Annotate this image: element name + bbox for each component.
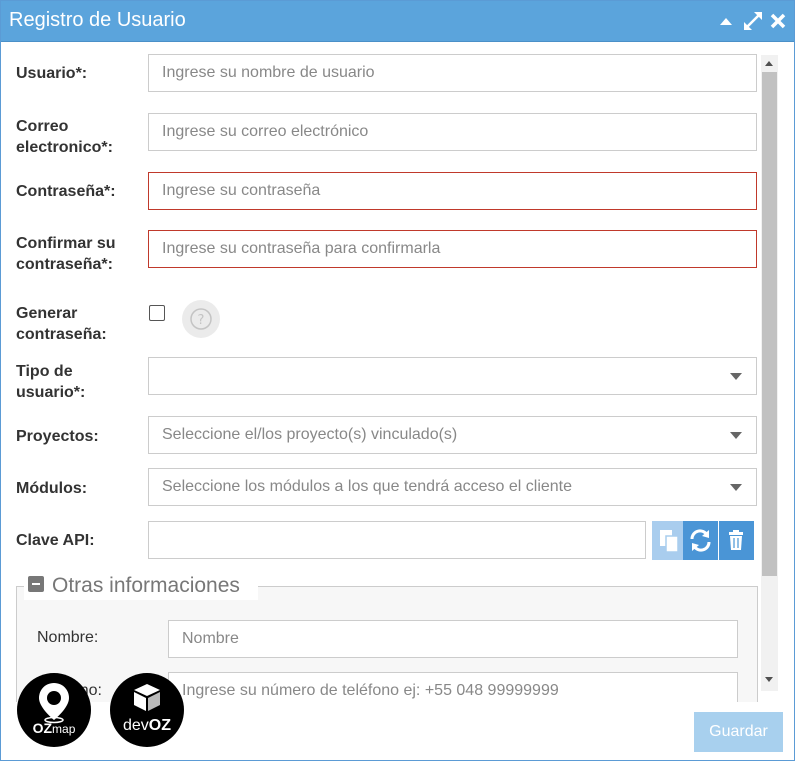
- proyectos-select[interactable]: Seleccione el/los proyecto(s) vinculado(…: [148, 416, 757, 454]
- clave-api-input[interactable]: [148, 521, 646, 559]
- copy-icon: [660, 530, 679, 553]
- scrollbar-thumb[interactable]: [762, 72, 777, 576]
- devoz-dev: dev: [122, 717, 149, 734]
- window-title: Registro de Usuario: [9, 9, 186, 31]
- tipo-label: Tipo de usuario*:: [16, 361, 85, 403]
- correo-label: Correo electronico*:: [16, 116, 113, 158]
- devoz-oz: OZ: [148, 717, 171, 734]
- correo-placeholder: Ingrese su correo electrónico: [162, 123, 369, 140]
- tipo-label-line2: usuario*:: [16, 384, 86, 401]
- question-circle-icon[interactable]: ?: [182, 300, 220, 338]
- modulos-label: Módulos:: [16, 480, 88, 497]
- refresh-icon: [690, 529, 711, 552]
- scroll-up-icon[interactable]: [765, 61, 773, 66]
- nombre-placeholder: Nombre: [182, 630, 239, 647]
- modulos-select[interactable]: Seleccione los módulos a los que tendrá …: [148, 468, 757, 506]
- devoz-logo-text: devOZ: [110, 717, 184, 735]
- nombre-label: Nombre:: [37, 629, 99, 646]
- confirmar-input[interactable]: Ingrese su contraseña para confirmarla: [148, 230, 757, 268]
- title-bar: Registro de Usuario: [1, 1, 794, 42]
- usuario-input[interactable]: Ingrese su nombre de usuario: [148, 54, 757, 92]
- otras-informaciones-legend[interactable]: Otras informaciones: [24, 572, 258, 600]
- tipo-label-line1: Tipo de: [16, 363, 73, 380]
- box-icon: [134, 684, 160, 711]
- confirmar-label: Confirmar su contraseña*:: [16, 233, 116, 275]
- contrasena-input[interactable]: Ingrese su contraseña: [148, 172, 757, 210]
- close-icon[interactable]: [769, 10, 789, 32]
- chevron-down-icon: [730, 373, 742, 380]
- ozmap-map: map: [52, 722, 76, 736]
- confirmar-placeholder: Ingrese su contraseña para confirmarla: [162, 240, 441, 257]
- chevron-down-icon: [730, 484, 742, 491]
- delete-button[interactable]: [719, 521, 754, 560]
- correo-label-line1: Correo: [16, 118, 69, 135]
- ozmap-oz: OZ: [32, 720, 53, 736]
- correo-label-line2: electronico*:: [16, 139, 113, 156]
- telefono-input[interactable]: Ingrese su número de teléfono ej: +55 04…: [168, 672, 738, 702]
- vertical-scrollbar[interactable]: [761, 55, 778, 691]
- generar-label-line1: Generar: [16, 305, 78, 322]
- ozmap-logo-text: OZmap: [17, 720, 91, 736]
- usuario-label: Usuario*:: [16, 65, 88, 82]
- collapse-icon[interactable]: [718, 10, 738, 32]
- trash-icon: [729, 530, 743, 550]
- generar-label: Generar contraseña:: [16, 303, 107, 345]
- save-button[interactable]: Guardar: [694, 712, 783, 752]
- correo-input[interactable]: Ingrese su correo electrónico: [148, 113, 757, 151]
- ozmap-logo: OZmap: [17, 673, 91, 747]
- generar-label-line2: contraseña:: [16, 326, 107, 343]
- chevron-down-icon: [730, 432, 742, 439]
- maximize-icon[interactable]: [742, 10, 762, 32]
- generar-checkbox[interactable]: [149, 305, 165, 321]
- otras-legend-text: Otras informaciones: [52, 574, 240, 597]
- devoz-logo: devOZ: [110, 673, 184, 747]
- form-content: Usuario*: Ingrese su nombre de usuario C…: [1, 42, 761, 702]
- tipo-select[interactable]: [148, 357, 757, 395]
- clave-api-label: Clave API:: [16, 532, 95, 549]
- contrasena-placeholder: Ingrese su contraseña: [162, 182, 321, 199]
- contrasena-label: Contraseña*:: [16, 183, 116, 200]
- telefono-placeholder: Ingrese su número de teléfono ej: +55 04…: [182, 682, 559, 699]
- proyectos-placeholder: Seleccione el/los proyecto(s) vinculado(…: [162, 426, 458, 443]
- confirmar-label-line1: Confirmar su: [16, 235, 116, 252]
- registration-window: Registro de Usuario Usuario*: Ingrese su…: [0, 0, 795, 761]
- svg-text:?: ?: [198, 313, 205, 328]
- confirmar-label-line2: contraseña*:: [16, 256, 113, 273]
- proyectos-label: Proyectos:: [16, 428, 99, 445]
- minus-square-icon[interactable]: [28, 576, 44, 592]
- copy-button[interactable]: [652, 521, 687, 560]
- nombre-input[interactable]: Nombre: [168, 620, 738, 658]
- modulos-placeholder: Seleccione los módulos a los que tendrá …: [162, 478, 573, 495]
- usuario-placeholder: Ingrese su nombre de usuario: [162, 64, 375, 81]
- refresh-button[interactable]: [683, 521, 718, 560]
- scroll-down-icon[interactable]: [765, 677, 773, 682]
